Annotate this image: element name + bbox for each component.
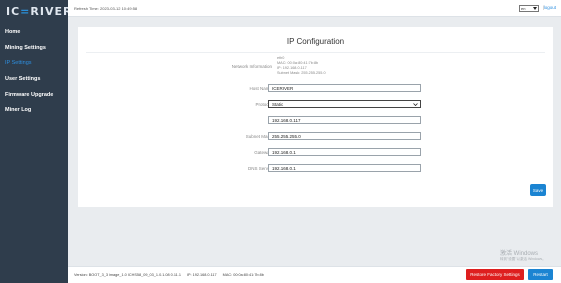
restart-button[interactable]: Restart (528, 269, 553, 280)
host-name-input[interactable]: ICERIVER (268, 84, 421, 92)
refresh-time: Refresh Time: 2023-03-12 10:49:58 (74, 5, 138, 11)
chevron-down-icon (533, 7, 537, 10)
sidebar-item-ip-settings[interactable]: IP Settings (0, 55, 68, 71)
sidebar: IC = RIVER Home Mining Settings IP Setting… (0, 0, 71, 283)
protocol-value: Static (272, 101, 284, 107)
windows-activation-watermark: 激活 Windows 转到"设置"以激活 Windows。 (500, 251, 546, 261)
version-info: Version: BOOT_3_3 image_1.0 ICHS58_09_03… (74, 273, 181, 277)
ip-input[interactable]: 192.168.0.117 (268, 116, 421, 124)
chevron-down-icon (413, 102, 418, 106)
top-bar: Refresh Time: 2023-03-12 10:49:58 (68, 0, 561, 17)
watermark-subtitle: 转到"设置"以激活 Windows。 (500, 257, 546, 261)
logout-link[interactable]: logout (544, 5, 556, 10)
footer-ip: IP: 192.168.0.117 (186, 273, 217, 277)
language-select[interactable]: en (519, 5, 539, 12)
title-divider (86, 52, 545, 53)
protocol-select[interactable]: Static (268, 100, 421, 108)
iceriver-logo: IC = RIVER (0, 0, 71, 22)
network-info-value: eth0 MAC: 00:0a:80:41:7b:8b IP: 192.168.… (277, 56, 326, 76)
sidebar-item-miner-log[interactable]: Miner Log (0, 102, 68, 118)
sidebar-item-user-settings[interactable]: User Settings (0, 71, 68, 87)
sidebar-nav: Home Mining Settings IP Settings User Se… (0, 24, 68, 118)
logo-part-3: RIVER (30, 4, 73, 18)
restore-factory-settings-button[interactable]: Restore Factory Settings (466, 269, 524, 280)
page-title: IP Configuration (286, 37, 345, 46)
logo-part-1: IC (6, 4, 21, 18)
ip-config-card: IP Configuration Network Information eth… (78, 27, 553, 207)
subnet-mask-input[interactable]: 255.255.255.0 (268, 132, 421, 140)
logo-part-2: = (20, 4, 31, 18)
network-subnet: Subnet Mask: 255.255.255.0 (277, 71, 326, 75)
network-info-label: Network Information (231, 64, 272, 69)
dns-server-input[interactable]: 192.168.0.1 (268, 164, 421, 172)
sidebar-item-home[interactable]: Home (0, 24, 68, 40)
gateway-input[interactable]: 192.168.0.1 (268, 148, 421, 156)
sidebar-item-mining-settings[interactable]: Mining Settings (0, 40, 68, 56)
save-button[interactable]: Save (530, 184, 546, 196)
sidebar-item-firmware-upgrade[interactable]: Firmware Upgrade (0, 87, 68, 103)
footer-mac: MAC: 00:0a:80:41:7b:8b (222, 273, 264, 277)
language-value: en (521, 6, 526, 11)
